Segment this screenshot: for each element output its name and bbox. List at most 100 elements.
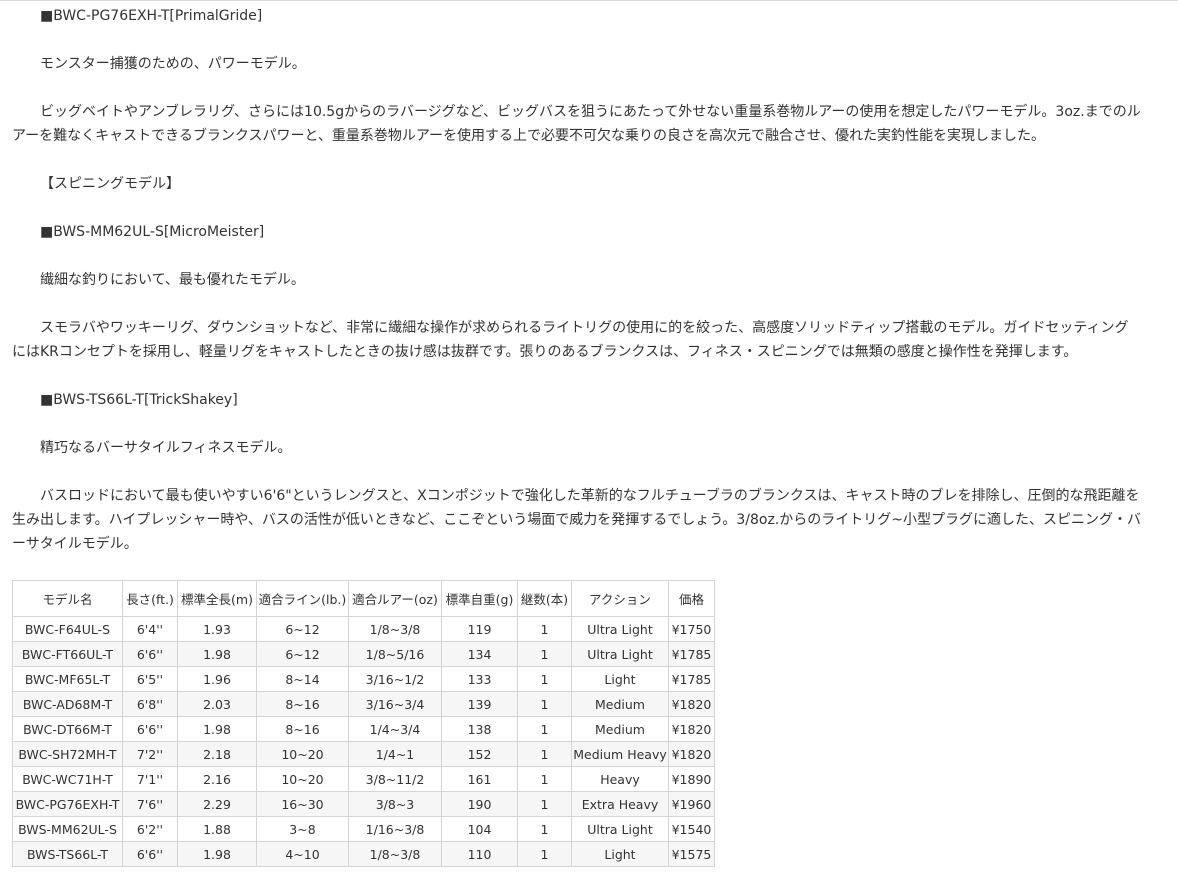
model-heading-mm62ul: ■BWS-MM62UL-S[MicroMeister] bbox=[40, 224, 265, 240]
cell-pieces: 1 bbox=[517, 791, 572, 817]
cell-weight: 138 bbox=[441, 716, 518, 742]
table-row: BWC-FT66UL-T 6'6'' 1.98 6~12 1/8~5/16 134 1 Ult… bbox=[12, 641, 715, 667]
cell-length: 7'2'' bbox=[122, 741, 178, 767]
cell-length: 6'4'' bbox=[122, 616, 178, 642]
cell-lure: 1/8~3/8 bbox=[348, 616, 442, 642]
model-heading-ts66l: ■BWS-TS66L-T[TrickShakey] bbox=[40, 392, 238, 408]
cell-total-length: 1.98 bbox=[177, 641, 257, 667]
cell-lure: 3/16~1/2 bbox=[348, 666, 442, 692]
cell-length: 7'1'' bbox=[122, 766, 178, 792]
cell-pieces: 1 bbox=[517, 766, 572, 792]
cell-pieces: 1 bbox=[517, 691, 572, 717]
table-row: BWC-MF65L-T 6'5'' 1.96 8~14 3/16~1/2 133 1 Ligh… bbox=[12, 666, 715, 692]
cell-line: 10~20 bbox=[256, 741, 349, 767]
cell-lure: 3/8~11/2 bbox=[348, 766, 442, 792]
cell-line: 8~16 bbox=[256, 716, 349, 742]
cell-price: ¥1575 bbox=[668, 841, 715, 867]
cell-total-length: 1.93 bbox=[177, 616, 257, 642]
cell-lure: 3/16~3/4 bbox=[348, 691, 442, 717]
table-header-row: モデル名 長さ(ft.) 標準全長(m) 適合ライン(lb.) 適合ルアー(oz… bbox=[12, 580, 715, 617]
cell-total-length: 2.03 bbox=[177, 691, 257, 717]
cell-model-name: BWC-F64UL-S bbox=[12, 616, 123, 642]
cell-pieces: 1 bbox=[517, 716, 572, 742]
cell-price: ¥1540 bbox=[668, 816, 715, 842]
section-heading-spinning: 【スピニングモデル】 bbox=[40, 176, 180, 192]
cell-weight: 139 bbox=[441, 691, 518, 717]
cell-model-name: BWC-SH72MH-T bbox=[12, 741, 123, 767]
table-row: BWC-F64UL-S 6'4'' 1.93 6~12 1/8~3/8 119 1 Ultra… bbox=[12, 616, 715, 642]
cell-lure: 1/8~5/16 bbox=[348, 641, 442, 667]
cell-pieces: 1 bbox=[517, 641, 572, 667]
cell-action: Light bbox=[571, 841, 669, 867]
cell-pieces: 1 bbox=[517, 616, 572, 642]
cell-price: ¥1750 bbox=[668, 616, 715, 642]
cell-line: 6~12 bbox=[256, 616, 349, 642]
cell-pieces: 1 bbox=[517, 666, 572, 692]
cell-weight: 133 bbox=[441, 666, 518, 692]
cell-action: Medium bbox=[571, 716, 669, 742]
cell-action: Medium Heavy bbox=[571, 741, 669, 767]
table-row: BWC-PG76EXH-T 7'6'' 2.29 16~30 3/8~3 190 1 Extr… bbox=[12, 791, 715, 817]
cell-action: Ultra Light bbox=[571, 641, 669, 667]
cell-total-length: 1.98 bbox=[177, 716, 257, 742]
cell-weight: 134 bbox=[441, 641, 518, 667]
rod-spec-table: モデル名 長さ(ft.) 標準全長(m) 適合ライン(lb.) 適合ルアー(oz… bbox=[12, 580, 715, 867]
cell-model-name: BWC-MF65L-T bbox=[12, 666, 123, 692]
model-heading-pg76exh: ■BWC-PG76EXH-T[PrimalGride] bbox=[40, 8, 263, 24]
cell-length: 6'8'' bbox=[122, 691, 178, 717]
cell-length: 6'6'' bbox=[122, 841, 178, 867]
cell-price: ¥1820 bbox=[668, 691, 715, 717]
header-weight: 標準自重(g) bbox=[441, 580, 518, 617]
top-divider bbox=[0, 0, 1178, 1]
cell-pieces: 1 bbox=[517, 841, 572, 867]
cell-action: Light bbox=[571, 666, 669, 692]
table-row: BWS-TS66L-T 6'6'' 1.98 4~10 1/8~3/8 110 1 Light… bbox=[12, 841, 715, 867]
cell-weight: 161 bbox=[441, 766, 518, 792]
cell-pieces: 1 bbox=[517, 741, 572, 767]
cell-line: 8~16 bbox=[256, 691, 349, 717]
cell-line: 3~8 bbox=[256, 816, 349, 842]
cell-total-length: 1.96 bbox=[177, 666, 257, 692]
cell-total-length: 2.18 bbox=[177, 741, 257, 767]
cell-model-name: BWC-DT66M-T bbox=[12, 716, 123, 742]
cell-weight: 110 bbox=[441, 841, 518, 867]
cell-lure: 3/8~3 bbox=[348, 791, 442, 817]
header-length: 長さ(ft.) bbox=[122, 580, 178, 617]
cell-weight: 119 bbox=[441, 616, 518, 642]
header-action: アクション bbox=[571, 580, 669, 617]
cell-total-length: 1.98 bbox=[177, 841, 257, 867]
cell-model-name: BWS-MM62UL-S bbox=[12, 816, 123, 842]
cell-pieces: 1 bbox=[517, 816, 572, 842]
cell-price: ¥1890 bbox=[668, 766, 715, 792]
cell-weight: 152 bbox=[441, 741, 518, 767]
table-row: BWC-SH72MH-T 7'2'' 2.18 10~20 1/4~1 152 1 Mediu… bbox=[12, 741, 715, 767]
cell-price: ¥1820 bbox=[668, 741, 715, 767]
cell-price: ¥1785 bbox=[668, 666, 715, 692]
cell-lure: 1/16~3/8 bbox=[348, 816, 442, 842]
cell-length: 6'2'' bbox=[122, 816, 178, 842]
cell-model-name: BWC-WC71H-T bbox=[12, 766, 123, 792]
model-description-pg76exh: ビッグベイトやアンブレラリグ、さらには10.5gからのラバージグなど、ビッグバス… bbox=[12, 104, 1141, 144]
header-model-name: モデル名 bbox=[12, 580, 123, 617]
header-price: 価格 bbox=[668, 580, 715, 617]
cell-price: ¥1785 bbox=[668, 641, 715, 667]
cell-total-length: 1.88 bbox=[177, 816, 257, 842]
cell-line: 8~14 bbox=[256, 666, 349, 692]
cell-line: 16~30 bbox=[256, 791, 349, 817]
cell-total-length: 2.29 bbox=[177, 791, 257, 817]
cell-length: 7'6'' bbox=[122, 791, 178, 817]
cell-action: Medium bbox=[571, 691, 669, 717]
model-tagline-mm62ul: 繊細な釣りにおいて、最も優れたモデル。 bbox=[40, 272, 305, 288]
cell-line: 6~12 bbox=[256, 641, 349, 667]
cell-model-name: BWS-TS66L-T bbox=[12, 841, 123, 867]
cell-lure: 1/4~1 bbox=[348, 741, 442, 767]
cell-price: ¥1960 bbox=[668, 791, 715, 817]
cell-action: Ultra Light bbox=[571, 616, 669, 642]
cell-lure: 1/8~3/8 bbox=[348, 841, 442, 867]
header-lure: 適合ルアー(oz) bbox=[348, 580, 442, 617]
header-line: 適合ライン(lb.) bbox=[256, 580, 349, 617]
model-description-ts66l: バスロッドにおいて最も使いやすい6'6"というレングスと、Xコンポジットで強化し… bbox=[12, 488, 1141, 552]
cell-action: Extra Heavy bbox=[571, 791, 669, 817]
cell-price: ¥1820 bbox=[668, 716, 715, 742]
table-row: BWC-WC71H-T 7'1'' 2.16 10~20 3/8~11/2 161 1 Hea… bbox=[12, 766, 715, 792]
